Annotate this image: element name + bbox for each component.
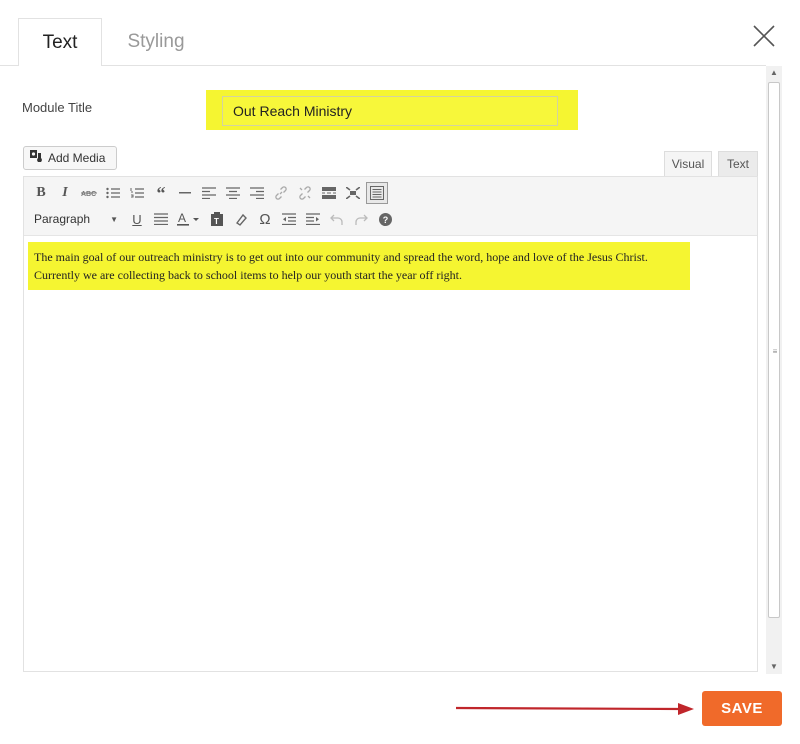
toolbar-toggle-icon[interactable] (366, 182, 388, 204)
svg-text:?: ? (382, 215, 388, 225)
close-icon[interactable] (750, 22, 778, 50)
tab-styling[interactable]: Styling (112, 18, 200, 66)
clear-formatting-icon[interactable] (230, 208, 252, 230)
link-icon[interactable] (270, 182, 292, 204)
tab-text-mode[interactable]: Text (718, 151, 758, 176)
svg-text:ABC: ABC (81, 191, 96, 198)
underline-icon[interactable]: U (126, 208, 148, 230)
paste-as-text-icon[interactable]: T (206, 208, 228, 230)
editor-toolbar: B I ABC “ Paragraph ▼ U A T Ω ? (24, 177, 757, 236)
paragraph-format-select[interactable]: Paragraph ▼ (30, 208, 122, 230)
save-button[interactable]: SAVE (702, 691, 782, 726)
strikethrough-icon[interactable]: ABC (78, 182, 100, 204)
bold-icon[interactable]: B (30, 182, 52, 204)
read-more-icon[interactable] (318, 182, 340, 204)
media-icon (30, 147, 44, 169)
italic-icon[interactable]: I (54, 182, 76, 204)
scroll-up-icon[interactable]: ▲ (766, 66, 782, 80)
tab-visual[interactable]: Visual (664, 151, 712, 176)
grip-icon: ≡ (772, 347, 778, 356)
annotation-arrow (456, 703, 694, 715)
toolbar-row: B I ABC “ (30, 180, 390, 206)
chevron-down-icon: ▼ (110, 214, 118, 224)
align-left-icon[interactable] (198, 182, 220, 204)
unlink-icon[interactable] (294, 182, 316, 204)
editor[interactable]: B I ABC “ Paragraph ▼ U A T Ω ? The main… (23, 176, 758, 672)
divider (0, 65, 18, 66)
scroll-down-icon[interactable]: ▼ (766, 660, 782, 674)
add-media-button[interactable]: Add Media (23, 146, 117, 170)
indent-icon[interactable] (302, 208, 324, 230)
numbered-list-icon[interactable] (126, 182, 148, 204)
special-character-icon[interactable]: Ω (254, 208, 276, 230)
svg-text:T: T (214, 217, 219, 226)
module-title-label: Module Title (22, 100, 93, 115)
blockquote-icon[interactable]: “ (150, 182, 172, 204)
text-color-icon[interactable]: A (174, 208, 204, 230)
justify-icon[interactable] (150, 208, 172, 230)
scroll-thumb[interactable]: ≡ (768, 82, 780, 618)
module-title-input[interactable] (222, 96, 558, 126)
fullscreen-icon[interactable] (342, 182, 364, 204)
tab-text[interactable]: Text (18, 18, 102, 66)
toolbar-row: Paragraph ▼ U A T Ω ? (30, 206, 398, 232)
modal-tab-bar: Text Styling (0, 0, 800, 66)
bullet-list-icon[interactable] (102, 182, 124, 204)
svg-text:A: A (178, 211, 186, 225)
align-center-icon[interactable] (222, 182, 244, 204)
align-right-icon[interactable] (246, 182, 268, 204)
help-icon[interactable]: ? (374, 208, 396, 230)
redo-icon[interactable] (350, 208, 372, 230)
outdent-icon[interactable] (278, 208, 300, 230)
scrollbar[interactable]: ▲ ≡ ▼ (766, 66, 782, 674)
add-media-label: Add Media (48, 151, 106, 165)
editor-content[interactable]: The main goal of our outreach ministry i… (28, 242, 690, 290)
paragraph-format-value: Paragraph (34, 212, 91, 226)
divider (102, 65, 766, 66)
undo-icon[interactable] (326, 208, 348, 230)
horizontal-rule-icon[interactable] (174, 182, 196, 204)
